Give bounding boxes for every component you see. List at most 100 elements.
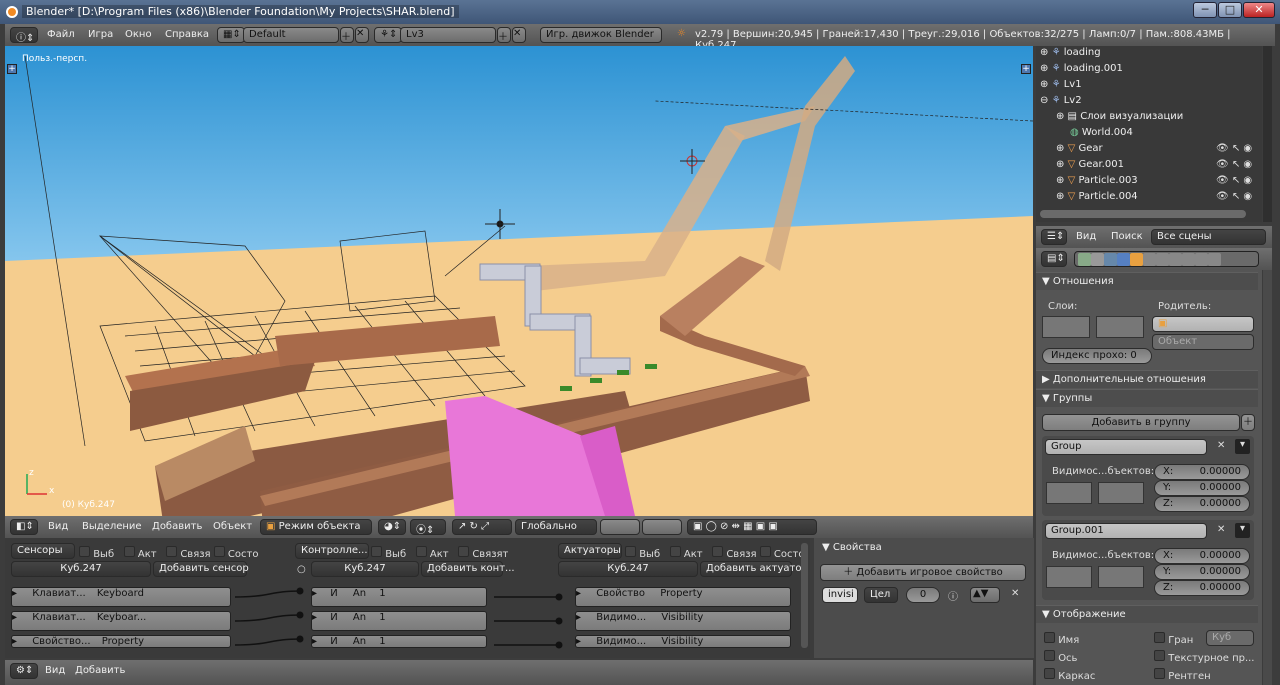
group-specials-icon[interactable]: ▾ [1235,523,1250,538]
sensors-filters[interactable]: Выб Акт Связя Состо [79,546,258,560]
actuator-brick[interactable]: ▸ Видимо... Visibility [575,611,791,631]
controller-state-icon[interactable]: ○ [297,564,306,575]
panel-extra-relations-header[interactable]: ▶ Дополнительные отношения [1036,370,1258,388]
display-texture-space-checkbox[interactable]: Текстурное пр... [1154,650,1255,664]
parent-field[interactable]: ▣ [1152,316,1254,332]
outliner-search-menu[interactable]: Поиск [1111,231,1143,242]
screen-layout-icon[interactable]: ▦⇕ [217,27,245,43]
remove-scene-icon[interactable]: ✕ [512,27,526,43]
actuators-menu[interactable]: Актуаторы [558,543,622,559]
properties-toggle[interactable]: + [1021,64,1031,74]
controller-brick[interactable]: ▸ И An 1 [311,635,487,648]
group-layer-grid[interactable] [1098,566,1144,588]
parent-type-select[interactable]: Объект [1152,334,1254,350]
display-bounds-checkbox[interactable]: Гран [1154,632,1193,646]
group-offset-x[interactable]: X: 0.00000 [1154,464,1250,480]
outliner-item[interactable]: ⊕ ▽ Particle.003 [1056,175,1138,191]
add-controller-button[interactable]: Добавить конт... [421,561,515,577]
logic-view-menu[interactable]: Вид [45,665,65,676]
shading-select[interactable]: ◕⇕ [378,519,406,535]
layer-grid-1[interactable] [1042,316,1090,338]
property-name-field[interactable]: invisi [822,587,858,603]
close-button[interactable]: ✕ [1243,2,1275,18]
sensor-brick[interactable]: ▸ Свойство... Property [11,635,231,648]
outliner-view-menu[interactable]: Вид [1076,231,1096,242]
property-type-select[interactable]: Цел [864,587,898,603]
outliner-item[interactable]: ⊕ ⚘ loading [1040,47,1101,63]
controllers-menu[interactable]: Контролле... [295,543,369,559]
visibility-icons[interactable]: 👁 ↖ ◉ [1216,143,1252,154]
properties-context-tabs[interactable] [1074,251,1259,267]
3d-viewport[interactable]: Польз.-персп. (0) Куб.247 z x + + [5,46,1033,516]
screen-field[interactable]: Default [243,27,339,43]
property-value-field[interactable]: 0 [906,587,940,603]
properties-editor-icon[interactable]: ▤⇕ [1041,251,1067,267]
group-offset-x[interactable]: X: 0.00000 [1154,548,1250,564]
visibility-icons[interactable]: 👁 ↖ ◉ [1216,159,1252,170]
outliner-item[interactable]: ⊕ ▽ Gear [1056,143,1103,159]
toolshelf-toggle[interactable]: + [7,64,17,74]
scene-icon[interactable]: ⚘⇕ [374,27,402,43]
remove-property-icon[interactable]: ✕ [1011,588,1019,599]
group-offset-z[interactable]: Z: 0.00000 [1154,496,1250,512]
scene-field[interactable]: Lv3 [400,27,496,43]
editor-type-button[interactable]: ⓘ⇕ [10,27,38,44]
sensor-brick[interactable]: ▸ Клавиат... Keyboard [11,587,231,607]
outliner-item[interactable]: ⊕ ▤ Слои визуализации [1056,111,1183,127]
menu-help[interactable]: Справка [165,29,209,40]
display-xray-checkbox[interactable]: Рентген [1154,668,1211,682]
visibility-icons[interactable]: 👁 ↖ ◉ [1216,175,1252,186]
add-game-property-button[interactable]: ＋ Добавить игровое свойство [820,564,1026,581]
add-to-group-button[interactable]: Добавить в группу [1042,414,1240,431]
orientation-select[interactable]: Глобально [515,519,597,535]
pivot-select[interactable]: ⦿⇕ [410,519,446,536]
add-screen-icon[interactable]: ＋ [340,27,354,43]
group-name-field[interactable]: Group [1045,439,1207,455]
outliner-item[interactable]: ⊕ ▽ Particle.004 [1056,191,1138,207]
controller-brick[interactable]: ▸ И An 1 [311,587,487,607]
actuator-brick[interactable]: ▸ Свойство Property [575,587,791,607]
logic-editor-icon[interactable]: ⚙⇕ [10,663,38,679]
sensors-menu[interactable]: Сенсоры [11,543,75,559]
panel-groups-header[interactable]: ▼ Группы [1036,389,1258,407]
actuators-object[interactable]: Куб.247 [558,561,698,577]
menu-object[interactable]: Объект [213,521,252,532]
controller-brick[interactable]: ▸ И An 1 [311,611,487,631]
layer-buttons-1[interactable] [600,519,640,535]
mode-select[interactable]: ▣ Режим объекта [260,519,372,535]
menu-select[interactable]: Выделение [82,521,142,532]
group-offset-y[interactable]: Y: 0.00000 [1154,564,1250,580]
outliner-item[interactable]: ⊖ ⚘ Lv2 [1040,95,1082,111]
outliner-item[interactable]: ◍ World.004 [1070,127,1133,143]
debug-info-icon[interactable]: ⓘ [948,588,958,603]
outliner-scrollbar[interactable] [1263,46,1272,222]
group-offset-y[interactable]: Y: 0.00000 [1154,480,1250,496]
panel-relations-header[interactable]: ▼ Отношения [1036,272,1258,290]
snap-render-buttons[interactable]: ▣ ◯ ⊘ ⇹ ▦ ▣ ▣ [687,519,817,535]
outliner-editor-icon[interactable]: ☰⇕ [1041,229,1067,245]
panel-display-header[interactable]: ▼ Отображение [1036,605,1258,623]
group-layer-grid[interactable] [1098,482,1144,504]
layer-buttons-2[interactable] [642,519,682,535]
remove-group-icon[interactable]: ✕ [1217,524,1225,535]
logic-add-menu[interactable]: Добавить [75,665,125,676]
display-wire-checkbox[interactable]: Каркас [1044,668,1095,682]
maximize-button[interactable]: □ [1218,2,1242,18]
properties-title[interactable]: ▼ Свойства [822,542,882,553]
pass-index-field[interactable]: Индекс прохо: 0 [1042,348,1152,364]
outliner-filter-select[interactable]: Все сцены [1151,229,1266,245]
group-specials-icon[interactable]: ▾ [1235,439,1250,454]
controllers-filters[interactable]: Выб Акт Связят [371,546,508,560]
visibility-icons[interactable]: 👁 ↖ ◉ [1216,191,1252,202]
layer-grid-2[interactable] [1096,316,1144,338]
properties-scrollbar[interactable] [1263,270,1272,685]
add-sensor-button[interactable]: Добавить сенсор [153,561,249,577]
remove-screen-icon[interactable]: ✕ [355,27,369,43]
menu-view[interactable]: Вид [48,521,68,532]
group-layer-grid[interactable] [1046,566,1092,588]
actuators-filters[interactable]: Выб Акт Связя Состо [625,546,804,560]
minimize-button[interactable]: ─ [1193,2,1217,18]
menu-add[interactable]: Добавить [152,521,202,532]
add-scene-icon[interactable]: ＋ [497,27,511,43]
display-name-checkbox[interactable]: Имя [1044,632,1079,646]
